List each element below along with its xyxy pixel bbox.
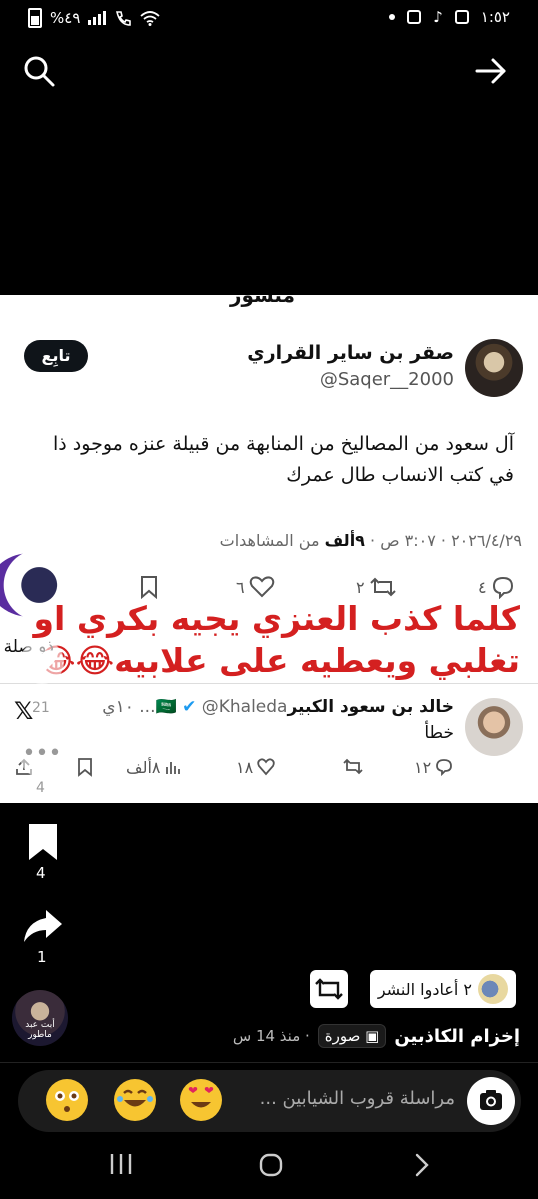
comment-count-side: 4 bbox=[36, 780, 45, 796]
wifi-icon bbox=[140, 11, 160, 26]
flushed-emoji-icon bbox=[55, 1091, 79, 1112]
comment-button[interactable]: ••• bbox=[20, 734, 64, 778]
reply-reply-count: ١٢ bbox=[414, 757, 432, 777]
views-suffix: من المشاهدات bbox=[219, 531, 325, 550]
heart-eyes-emoji-icon bbox=[188, 1087, 214, 1108]
heart-icon bbox=[257, 758, 275, 776]
story-title: إخزام الكاذبين bbox=[394, 1025, 520, 1047]
share-count: 1 bbox=[37, 948, 47, 966]
message-input[interactable]: مراسلة قروب الشيابين ... bbox=[260, 1088, 455, 1109]
recent-apps-icon[interactable] bbox=[108, 1152, 134, 1176]
search-icon[interactable] bbox=[22, 54, 56, 88]
camera-button[interactable] bbox=[467, 1077, 515, 1125]
reply-author: خالد بن سعود الكبير🇸🇦 ✔ @Khaleda... ١٠ي bbox=[102, 697, 454, 717]
author-handle: @Saqer__2000 bbox=[319, 369, 454, 390]
reply-time: ١٠ي bbox=[102, 697, 134, 717]
reply-views-action: ٨ألف bbox=[126, 757, 183, 777]
verified-badge-icon: ✔ bbox=[182, 697, 197, 717]
message-bar: مراسلة قروب الشيابين ... bbox=[18, 1070, 521, 1132]
reply-author-name: خالد بن سعود الكبير🇸🇦 bbox=[155, 697, 455, 717]
reposter-avatar bbox=[478, 974, 508, 1004]
reposted-by-label: ٢ أعادوا النشر bbox=[377, 979, 472, 999]
system-nav-bar bbox=[0, 1140, 538, 1199]
divider bbox=[0, 683, 538, 684]
calendar-icon bbox=[407, 10, 422, 24]
reply-like-action: ١٨ bbox=[236, 757, 276, 777]
bookmark-icon bbox=[141, 576, 157, 599]
like-action: ٦ bbox=[236, 575, 276, 599]
tweet-date: ٢٠٢٦/٤/٢٩ · ٣:٠٧ ص · bbox=[364, 531, 522, 550]
bookmark-icon[interactable] bbox=[26, 822, 60, 862]
story-caption: إخزام الكاذبين ▣ صورة · منذ 14 س bbox=[233, 1024, 520, 1048]
author-avatar bbox=[465, 339, 523, 397]
reply-views-count: ٨ألف bbox=[126, 757, 161, 777]
home-icon[interactable] bbox=[258, 1152, 284, 1178]
overlay-caption: كلما كذب العنزي يجيه بكري او تغلبي ويعطي… bbox=[33, 599, 520, 680]
views-count: ٩ألف bbox=[324, 531, 365, 550]
repost-icon bbox=[343, 758, 363, 775]
views-icon bbox=[166, 762, 181, 774]
heart-icon bbox=[28, 650, 56, 674]
reposted-by-pill[interactable]: ٢ أعادوا النشر bbox=[369, 970, 516, 1008]
bookmark-icon bbox=[78, 758, 92, 777]
reply-avatar bbox=[465, 698, 523, 756]
tweet-text: آل سعود من المصاليخ من المنابهة من قبيلة… bbox=[53, 433, 514, 486]
like-count-side: 21 bbox=[32, 700, 50, 716]
follow-button: تابِع bbox=[24, 340, 88, 372]
reply-icon bbox=[492, 576, 513, 599]
divider bbox=[0, 1062, 538, 1063]
heart-icon bbox=[249, 576, 274, 598]
author-name: صقر بن ساير القراري bbox=[247, 342, 454, 364]
repost-icon bbox=[315, 978, 343, 1000]
gallery-icon bbox=[454, 10, 469, 24]
reply-action: ٤ bbox=[478, 575, 516, 599]
media-type-chip: ▣ صورة bbox=[317, 1024, 387, 1048]
call-icon bbox=[116, 11, 132, 26]
reply-count: ٤ bbox=[478, 577, 487, 597]
signal-icon bbox=[88, 11, 107, 25]
heart-eyes-emoji-button[interactable] bbox=[180, 1079, 222, 1121]
laughing-emoji-button[interactable] bbox=[114, 1079, 156, 1121]
forward-arrow-icon[interactable] bbox=[474, 54, 508, 88]
post-header-partial: منشور bbox=[230, 295, 295, 307]
status-bar: %٤٩ ♪ ١:٥٢ bbox=[0, 0, 538, 36]
reply-reply-action: ١٢ bbox=[414, 757, 454, 777]
reply-icon bbox=[436, 759, 453, 777]
laughing-emoji-icon bbox=[117, 1089, 153, 1107]
reply-text: خطأ bbox=[424, 723, 454, 743]
repost-button[interactable] bbox=[310, 970, 348, 1008]
repost-icon bbox=[369, 577, 396, 597]
flushed-emoji-button[interactable] bbox=[46, 1079, 88, 1121]
story-time-label: منذ 14 س bbox=[232, 1027, 301, 1045]
poster-avatar[interactable]: أبت عبد ماطور bbox=[12, 990, 68, 1046]
share-icon[interactable] bbox=[20, 906, 64, 946]
repost-action: ٢ bbox=[356, 575, 398, 599]
notification-dot-icon bbox=[389, 14, 396, 20]
story-image: منشور صقر بن ساير القراري @Saqer__2000 ت… bbox=[0, 295, 538, 803]
camera-icon bbox=[480, 1090, 502, 1110]
story-time: · منذ 14 س bbox=[232, 1027, 310, 1045]
profile-text: أبت عبد ماطور bbox=[25, 1020, 55, 1040]
tiktok-icon: ♪ bbox=[433, 8, 443, 26]
battery-icon bbox=[28, 8, 42, 28]
comment-icon: ••• bbox=[22, 741, 62, 766]
like-count: ٦ bbox=[236, 577, 245, 597]
clock-time: ١:٥٢ bbox=[480, 8, 510, 26]
tweet-meta: ٢٠٢٦/٤/٢٩ · ٣:٠٧ ص · ٩ألف من المشاهدات bbox=[220, 531, 522, 550]
media-type-label: صورة bbox=[324, 1027, 361, 1045]
repost-count: ٢ bbox=[356, 577, 365, 597]
bookmark-count: 4 bbox=[36, 864, 46, 882]
reply-like-count: ١٨ bbox=[236, 757, 254, 777]
reply-actions: ١٢ ١٨ ٨ألف bbox=[0, 757, 538, 783]
x-logo-icon: 𝕏 bbox=[14, 697, 34, 725]
like-button[interactable] bbox=[20, 640, 64, 684]
back-icon[interactable] bbox=[412, 1152, 432, 1178]
battery-percent: %٤٩ bbox=[50, 9, 81, 27]
